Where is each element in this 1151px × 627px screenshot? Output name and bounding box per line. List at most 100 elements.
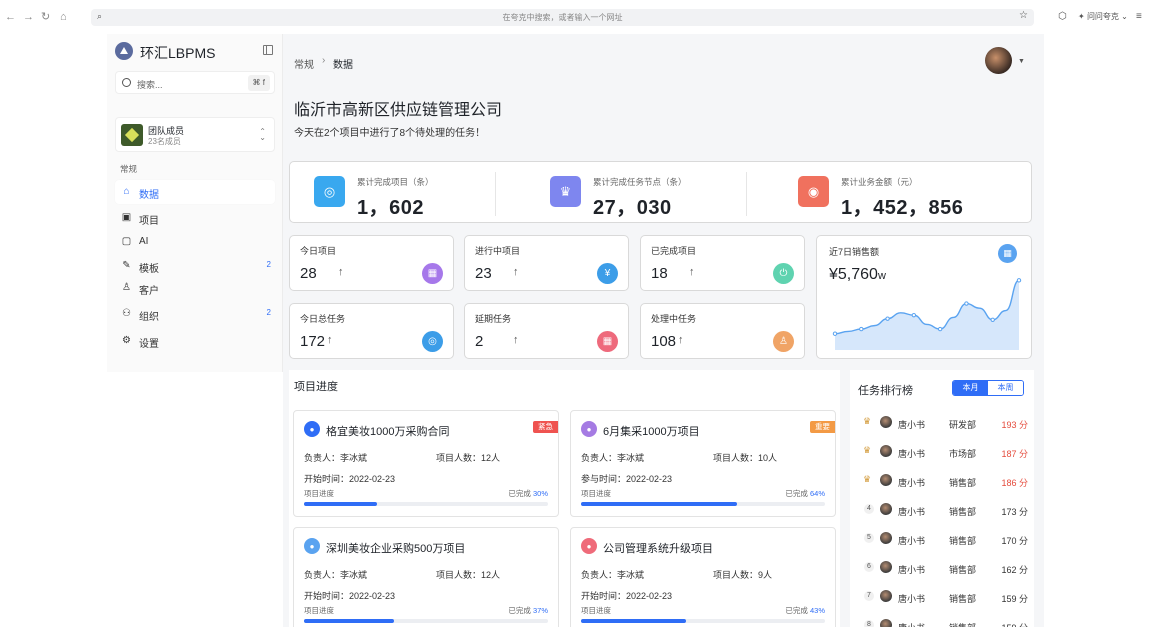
arrow-up-icon: ↑	[678, 334, 684, 346]
stat-label: 累计业务金额（元）	[841, 177, 918, 187]
progress-label: 项目进度	[304, 606, 334, 615]
sales-point	[990, 317, 995, 323]
crown-icon: ♛	[550, 176, 581, 207]
crown-icon: ♛	[863, 474, 872, 484]
progress-done: 已完成 30%	[508, 488, 548, 499]
sidebar-search-input[interactable]: 搜索... ⌘ f	[115, 71, 275, 94]
org-icon: ⚇	[122, 308, 131, 319]
star-icon[interactable]: ☆	[1019, 10, 1028, 21]
address-placeholder: 在夸克中搜索，或者输入一个网址	[502, 13, 623, 22]
sidebar-collapse-icon[interactable]	[263, 45, 273, 55]
project-progress-title: 项目进度	[294, 381, 338, 393]
progress-done: 已完成 64%	[785, 488, 825, 499]
sales-point	[859, 326, 864, 332]
sales-area	[835, 280, 1019, 350]
priority-badge: 紧急	[533, 421, 558, 433]
stat-value: 1，602	[357, 197, 424, 219]
project-members: 项目人数：12人	[436, 453, 501, 463]
rank-score: 162 分	[1001, 565, 1028, 575]
project-date: 开始时间：2022-02-23	[304, 591, 396, 601]
rank-score: 193 分	[1001, 420, 1028, 430]
chrome-icon: ◎	[314, 176, 345, 207]
sidebar-item-1[interactable]: ▣ 项目	[115, 206, 275, 230]
nav-group-label: 常规	[120, 164, 138, 174]
back-icon[interactable]: ←	[5, 10, 16, 24]
gear-icon: ⚙	[122, 335, 131, 346]
home-icon[interactable]: ⌂	[60, 10, 67, 24]
rank-score: 173 分	[1001, 507, 1028, 517]
done-label: 已完成	[785, 606, 808, 615]
progress-label: 项目进度	[581, 606, 611, 615]
chevron-down-icon[interactable]: ▼	[1018, 58, 1025, 65]
project-members: 项目人数：10人	[713, 453, 778, 463]
project-icon: ●	[581, 538, 597, 554]
user-avatar[interactable]	[985, 47, 1012, 74]
power-icon: ⏻	[773, 263, 794, 284]
reload-icon[interactable]: ↻	[41, 10, 50, 24]
sidebar-item-3[interactable]: ✎ 模板 2	[115, 254, 275, 278]
metric-value: 18	[651, 265, 668, 282]
progress-bar	[304, 619, 548, 623]
rank-number: 7	[864, 591, 874, 601]
project-card[interactable]: ● 格宜美妆1000万采购合同 紧急 负责人：李冰斌 项目人数：12人 开始时间：2022…	[293, 410, 559, 517]
browser-toolbar: ← → ↻ ⌂ ⌕ 在夸克中搜索，或者输入一个网址 ☆ ⬡ ✦ 问问夸克 ⌄ ≡	[0, 0, 1151, 34]
breadcrumb-parent[interactable]: 常规	[294, 56, 314, 71]
sales-point	[911, 312, 917, 318]
sales-point	[937, 326, 943, 332]
sidebar-item-badge: 2	[266, 308, 271, 317]
square-icon: ▢	[121, 236, 132, 247]
ai-assistant-button[interactable]: ✦ 问问夸克 ⌄	[1078, 11, 1128, 23]
search-icon	[122, 78, 131, 87]
rank-number: 8	[864, 620, 874, 627]
rank-name: 唐小书	[898, 594, 926, 604]
ranking-row: ♛ 唐小书 市场部 187 分	[850, 437, 1034, 465]
breadcrumb-current: 数据	[333, 60, 353, 71]
app-window: 环汇LBPMS 搜索... ⌘ f 团队成员 23名成员 ⌃ ⌄ 常规 ⌂ 数据 ▣ 项…	[107, 34, 1044, 627]
progress-fill	[581, 502, 738, 506]
metric-card: 进行中项目 23 ↑ ¥	[464, 235, 629, 291]
rank-score: 170 分	[1001, 536, 1028, 546]
eye-icon: ◉	[798, 176, 829, 207]
stat-label: 累计完成任务节点（条）	[593, 177, 687, 187]
sidebar-item-6[interactable]: ⚙ 设置	[115, 329, 275, 353]
progress-label: 项目进度	[581, 489, 611, 498]
rank-department: 研发部	[949, 420, 977, 430]
project-owner: 负责人：李冰斌	[581, 453, 645, 463]
project-owner: 负责人：李冰斌	[304, 570, 368, 580]
metric-value: 23	[475, 265, 492, 282]
tab-this-month[interactable]: 本月	[953, 381, 988, 395]
project-progress-panel: 项目进度 ● 格宜美妆1000万采购合同 紧急 负责人：李冰斌 项目人数：12人 开始时间…	[289, 370, 840, 627]
menu-icon[interactable]: ≡	[1136, 11, 1142, 23]
rank-number: 5	[864, 533, 874, 543]
sidebar-item-4[interactable]: ♙ 客户	[115, 276, 275, 300]
done-percent: 64%	[809, 489, 825, 498]
brand-name: 环汇LBPMS	[140, 45, 216, 61]
sales-point	[885, 316, 890, 321]
sidebar-item-2[interactable]: ▢ AI	[115, 230, 275, 254]
sidebar-item-5[interactable]: ⚇ 组织 2	[115, 302, 275, 326]
progress-fill	[304, 502, 378, 506]
progress-done: 已完成 43%	[785, 605, 825, 616]
stat-value: 27，030	[593, 197, 672, 219]
rank-department: 销售部	[949, 478, 977, 488]
sales-label: 近7日销售额	[829, 247, 880, 257]
rank-score: 186 分	[1001, 478, 1028, 488]
tab-this-week[interactable]: 本周	[988, 381, 1023, 395]
team-switcher[interactable]: 团队成员 23名成员 ⌃ ⌄	[115, 117, 275, 152]
project-card[interactable]: ● 6月集采1000万项目 重要 负责人：李冰斌 项目人数：10人 参与时间：2022-0…	[570, 410, 836, 517]
extension-icon[interactable]: ⬡	[1058, 11, 1067, 23]
ranking-period-toggle: 本月 本周	[952, 380, 1024, 396]
project-card[interactable]: ● 深圳美妆企业采购500万项目 负责人：李冰斌 项目人数：12人 开始时间：2022-…	[293, 527, 559, 627]
sidebar-item-0[interactable]: ⌂ 数据	[115, 180, 275, 204]
forward-icon[interactable]: →	[23, 10, 34, 24]
metric-value: 2	[475, 333, 484, 350]
top-bar: 常规 › 数据 ▼	[283, 34, 1044, 92]
address-bar[interactable]: ⌕ 在夸克中搜索，或者输入一个网址 ☆	[91, 9, 1034, 26]
project-icon: ●	[304, 538, 320, 554]
project-card[interactable]: ● 公司管理系统升级项目 负责人：李冰斌 项目人数：9人 开始时间：2022-02-23…	[570, 527, 836, 627]
metric-label: 今日总任务	[300, 314, 346, 324]
rank-department: 市场部	[949, 449, 977, 459]
done-percent: 37%	[532, 606, 548, 615]
avatar	[880, 503, 892, 515]
stat-item: ◉ 累计业务金额（元） 1，452，856	[798, 176, 998, 219]
